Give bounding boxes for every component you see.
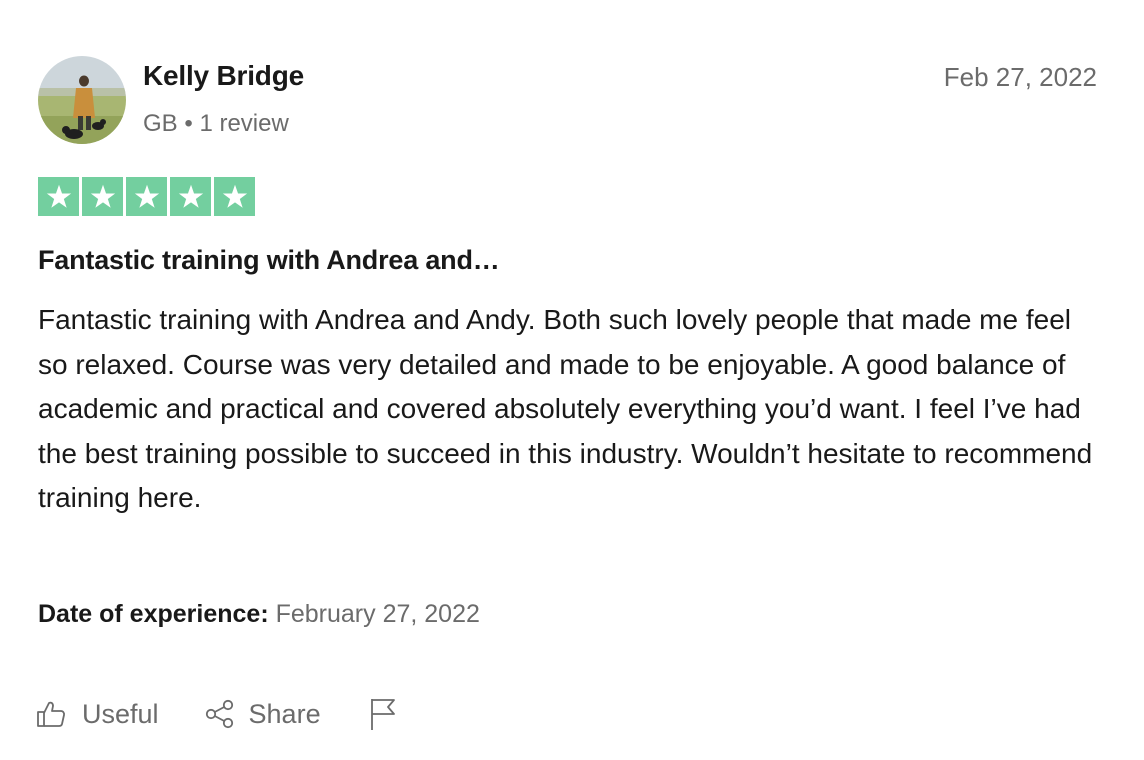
reviewer-name[interactable]: Kelly Bridge <box>143 60 304 92</box>
flag-icon <box>370 699 395 730</box>
review-body: Fantastic training with Andrea and Andy.… <box>38 304 1093 514</box>
avatar[interactable] <box>38 56 126 144</box>
star-2 <box>82 177 123 216</box>
star-4 <box>170 177 211 216</box>
star-5 <box>214 177 255 216</box>
review-date: Feb 27, 2022 <box>943 62 1097 92</box>
report-button[interactable] <box>369 697 397 731</box>
star-icon <box>178 184 203 208</box>
meta-separator: • <box>184 110 193 137</box>
useful-label: Useful <box>82 698 159 729</box>
experience-label: Date of experience: <box>38 600 269 628</box>
star-icon <box>134 184 159 208</box>
share-button[interactable]: Share <box>205 699 321 730</box>
star-icon <box>222 184 247 208</box>
thumbs-up-icon <box>37 701 65 727</box>
share-icon <box>205 699 233 729</box>
share-label: Share <box>248 698 321 729</box>
experience-value: February 27, 2022 <box>275 600 480 628</box>
review-title[interactable]: Fantastic training with Andrea and… <box>38 245 500 276</box>
star-icon <box>90 184 115 208</box>
reviewer-meta: GB • 1 review <box>143 110 289 138</box>
avatar-photo <box>38 56 126 144</box>
useful-button[interactable]: Useful <box>36 699 159 730</box>
reviewer-review-count: 1 review <box>199 110 289 137</box>
star-1 <box>38 177 79 216</box>
star-rating <box>38 177 255 216</box>
star-3 <box>126 177 167 216</box>
review-actions: Useful Share <box>36 697 397 731</box>
review-card: Kelly Bridge GB • 1 review Feb 27, 2022 <box>0 0 1144 760</box>
date-of-experience: Date of experience: February 27, 2022 <box>38 600 480 629</box>
star-icon <box>46 184 71 208</box>
reviewer-country: GB <box>143 110 178 137</box>
